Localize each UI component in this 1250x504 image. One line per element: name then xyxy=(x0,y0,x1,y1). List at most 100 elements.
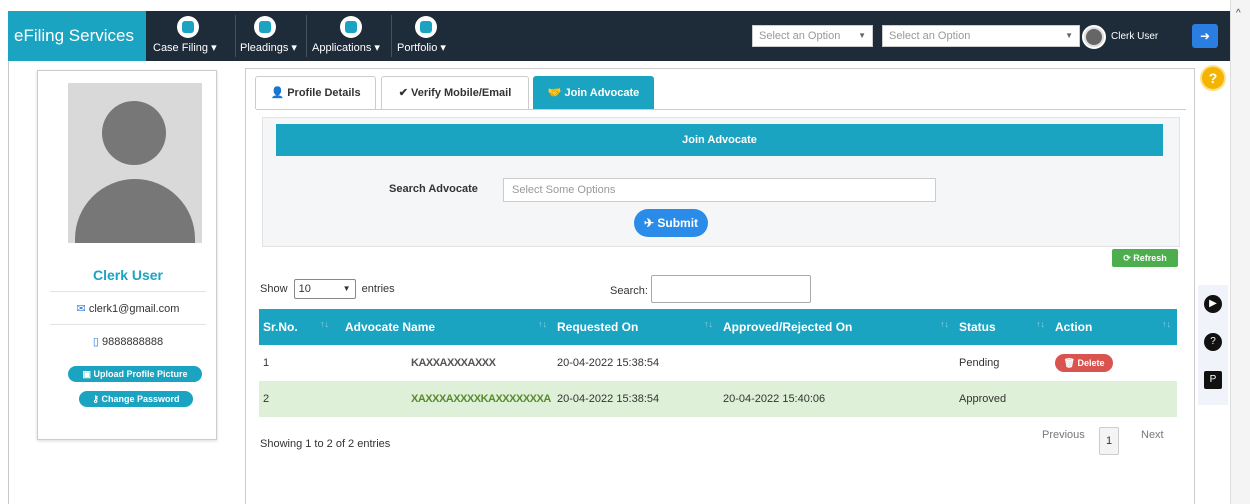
option-select-2[interactable]: Select an Option ▼ xyxy=(882,25,1080,47)
cell-approved-on: 20-04-2022 15:40:06 xyxy=(719,381,955,417)
profile-email-text: clerk1@gmail.com xyxy=(88,303,180,315)
mobile-icon: ▯ xyxy=(92,336,99,348)
menu-portfolio[interactable]: Portfolio ▾ xyxy=(397,11,459,61)
table-search-label: Search: xyxy=(610,285,648,297)
scroll-up-icon[interactable]: ^ xyxy=(1236,8,1241,19)
brand-title[interactable]: eFiling Services xyxy=(8,11,146,61)
tab-join-advocate[interactable]: 🤝 Join Advocate xyxy=(533,76,654,109)
main-panel: 👤 Profile Details ✔ Verify Mobile/Email … xyxy=(245,68,1195,504)
sort-icon: ↑↓ xyxy=(704,319,713,329)
col-requested-on[interactable]: Requested On ↑↓ xyxy=(553,309,719,345)
search-advocate-label: Search Advocate xyxy=(389,183,478,195)
join-advocate-form: Join Advocate Search Advocate Select Som… xyxy=(262,117,1180,247)
user-name[interactable]: Clerk User xyxy=(1111,31,1158,42)
page-length-control: Show 10 ▼ entries xyxy=(260,279,395,299)
entries-label: entries xyxy=(361,282,395,295)
help-icon[interactable]: ? xyxy=(1200,65,1226,91)
cell-advocate-name: XAXXXAXXXXKAXXXXXXXA xyxy=(335,381,553,417)
cell-status: Pending xyxy=(959,357,1000,369)
question-icon[interactable]: ? xyxy=(1204,333,1222,351)
pencil-icon xyxy=(177,16,199,38)
divider xyxy=(50,291,206,292)
option-select-1[interactable]: Select an Option ▼ xyxy=(752,25,873,47)
profile-avatar xyxy=(68,83,202,243)
refresh-label: Refresh xyxy=(1133,253,1167,263)
menu-applications-label: Applications ▾ xyxy=(312,42,380,54)
sort-icon: ↑↓ xyxy=(1162,319,1171,329)
change-password-button[interactable]: ⚷ Change Password xyxy=(79,391,193,407)
pdf-icon[interactable]: P xyxy=(1204,371,1222,389)
refresh-button[interactable]: ⟳ Refresh xyxy=(1112,249,1178,267)
menu-portfolio-label: Portfolio ▾ xyxy=(397,42,446,54)
col-advocate-name[interactable]: Advocate Name ↑↓ xyxy=(335,309,553,345)
advocate-name-text: KAXXAXXXAXXX xyxy=(411,357,496,369)
form-title: Join Advocate xyxy=(276,124,1163,156)
delete-label: Delete xyxy=(1077,358,1105,368)
upload-profile-picture-button[interactable]: ▣ Upload Profile Picture xyxy=(68,366,202,382)
option-select-2-value: Select an Option xyxy=(889,30,971,42)
cell-requested-on: 20-04-2022 15:38:54 xyxy=(557,357,660,369)
left-divider xyxy=(8,61,9,504)
top-navbar: eFiling Services Case Filing ▾ Pleadings… xyxy=(8,11,1230,61)
col-sr-no[interactable]: Sr.No. ↑↓ xyxy=(259,309,335,345)
side-toolbar: ▶ ? P xyxy=(1198,285,1228,405)
profile-email: ✉ clerk1@gmail.com xyxy=(38,302,218,315)
submit-button[interactable]: ✈ Submit xyxy=(634,209,708,237)
page-length-select[interactable]: 10 ▼ xyxy=(293,279,356,299)
menu-applications[interactable]: Applications ▾ xyxy=(312,11,388,61)
tab-profile-details[interactable]: 👤 Profile Details xyxy=(255,76,376,109)
chevron-down-icon: ▼ xyxy=(1065,31,1073,40)
chevron-down-icon: ▼ xyxy=(858,31,866,40)
sort-icon: ↑↓ xyxy=(940,319,949,329)
play-icon[interactable]: ▶ xyxy=(1204,295,1222,313)
cell-status: Approved xyxy=(955,381,1051,417)
table-search-input[interactable] xyxy=(651,275,811,303)
previous-page-button[interactable]: Previous xyxy=(1042,429,1085,441)
cell-action: 🗑 Delete xyxy=(1051,345,1177,381)
cell-action xyxy=(1051,381,1177,417)
profile-phone: ▯ 9888888888 xyxy=(38,335,218,348)
tab-divider xyxy=(256,109,1186,110)
table-info: Showing 1 to 2 of 2 entries xyxy=(260,438,391,450)
profile-card: Clerk User ✉ clerk1@gmail.com ▯ 98888888… xyxy=(37,70,217,440)
user-avatar[interactable] xyxy=(1082,25,1106,49)
col-action[interactable]: Action ↑↓ xyxy=(1051,309,1177,345)
sort-icon: ↑↓ xyxy=(538,319,547,329)
cell-sr: 2 xyxy=(259,381,335,417)
change-password-label: Change Password xyxy=(101,394,180,404)
submit-label: Submit xyxy=(657,216,699,230)
search-advocate-input[interactable]: Select Some Options xyxy=(503,178,936,202)
cell-advocate-name: KAXXAXXXAXXX xyxy=(335,345,553,381)
table-row: 2 XAXXXAXXXXKAXXXXXXXA 20-04-2022 15:38:… xyxy=(259,381,1177,417)
option-select-1-value: Select an Option xyxy=(759,30,841,42)
send-icon: ✈ xyxy=(643,216,655,230)
menu-pleadings-label: Pleadings ▾ xyxy=(240,42,297,54)
tab-verify-mobile-email[interactable]: ✔ Verify Mobile/Email xyxy=(381,76,529,109)
delete-button[interactable]: 🗑 Delete xyxy=(1055,354,1113,372)
tab-join-advocate-label: Join Advocate xyxy=(564,87,640,99)
cell-requested-on: 20-04-2022 15:38:54 xyxy=(553,381,719,417)
cell-sr: 1 xyxy=(263,357,270,369)
window-scrollbar[interactable] xyxy=(1230,0,1250,504)
col-approved-rejected-on[interactable]: Approved/Rejected On ↑↓ xyxy=(719,309,955,345)
menu-case-filing[interactable]: Case Filing ▾ xyxy=(153,11,231,61)
logout-icon[interactable]: ➜ xyxy=(1192,24,1218,48)
envelope-icon: ✉ xyxy=(76,303,86,315)
wifi-icon xyxy=(254,16,276,38)
next-page-button[interactable]: Next xyxy=(1141,429,1164,441)
page-length-value: 10 xyxy=(298,283,311,295)
briefcase-icon xyxy=(415,16,437,38)
key-icon: ⚷ xyxy=(92,394,100,404)
trash-icon: 🗑 xyxy=(1063,358,1075,368)
user-icon: 👤 xyxy=(270,87,285,99)
page-number-button[interactable]: 1 xyxy=(1099,427,1119,455)
table-header-row: Sr.No. ↑↓ Advocate Name ↑↓ Requested On ↑↓ … xyxy=(259,309,1177,345)
col-status[interactable]: Status ↑↓ xyxy=(955,309,1051,345)
upload-profile-picture-label: Upload Profile Picture xyxy=(93,369,188,379)
sort-icon: ↑↓ xyxy=(320,319,329,329)
tab-profile-details-label: Profile Details xyxy=(287,87,361,99)
check-icon: ✔ xyxy=(398,87,408,99)
menu-pleadings[interactable]: Pleadings ▾ xyxy=(240,11,302,61)
profile-phone-text: 9888888888 xyxy=(101,336,164,348)
show-label: Show xyxy=(260,282,288,295)
